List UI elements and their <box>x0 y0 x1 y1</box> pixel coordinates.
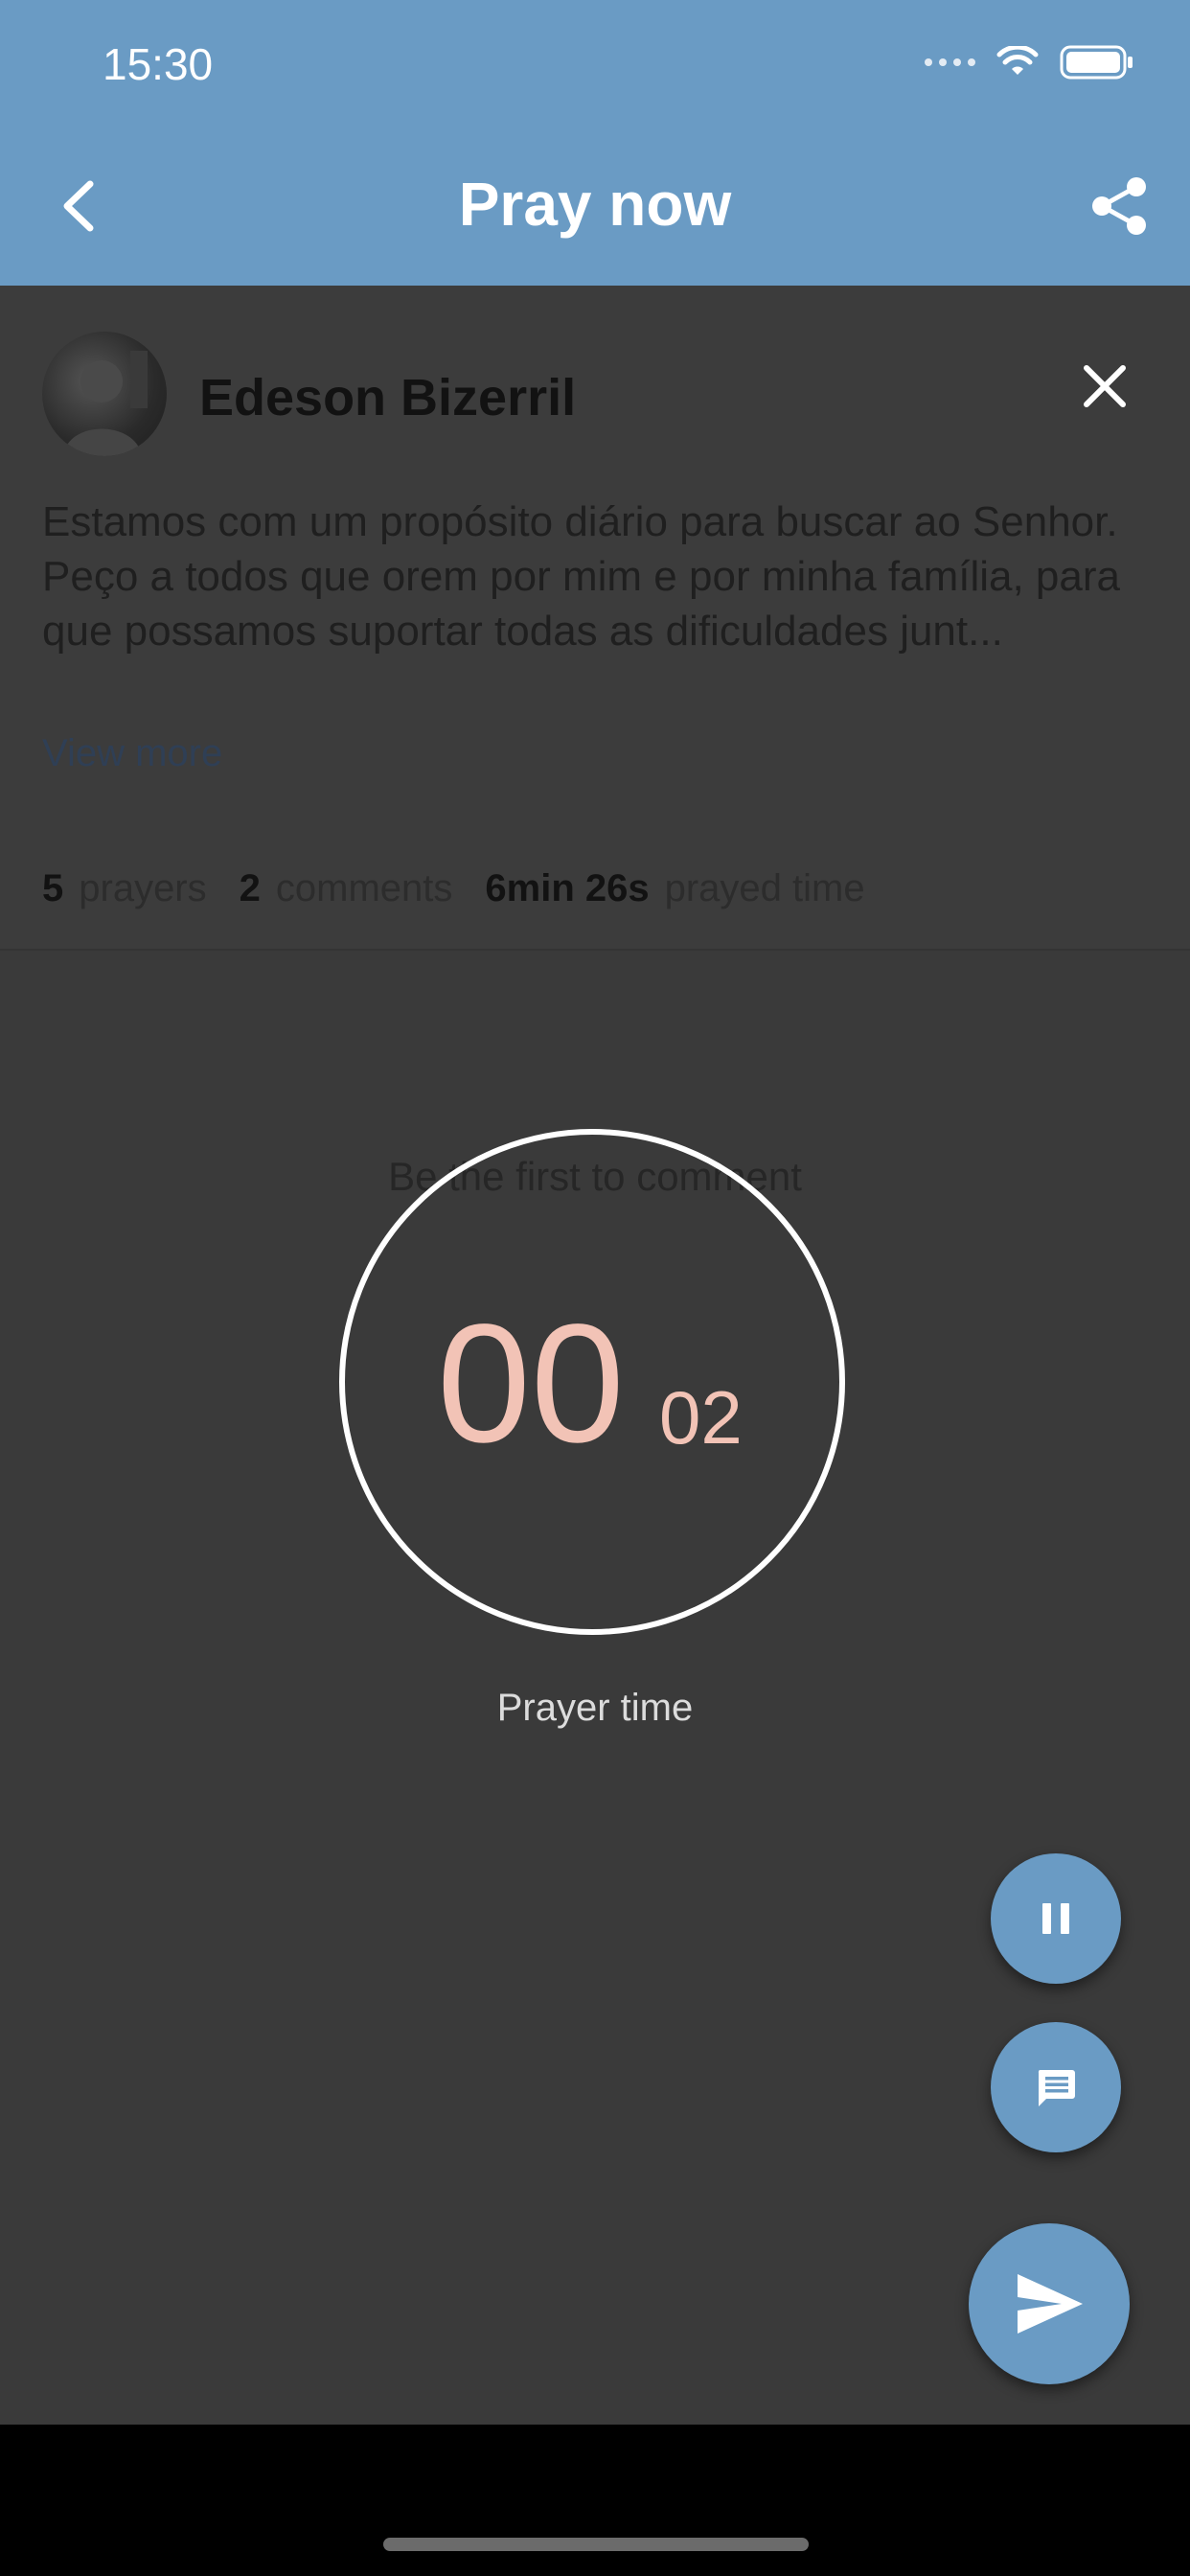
battery-icon <box>1060 45 1133 80</box>
comment-icon <box>1038 2070 1075 2106</box>
view-more-link[interactable]: View more <box>42 732 222 775</box>
author-name[interactable]: Edeson Bizerril <box>199 368 576 427</box>
status-time: 15:30 <box>103 39 214 89</box>
comments-label: comments <box>275 867 453 909</box>
app-header: 15:30 Pray now <box>0 0 1190 286</box>
status-icons <box>925 44 1134 80</box>
timer-label: Prayer time <box>496 1687 694 1729</box>
send-button[interactable] <box>969 2223 1130 2384</box>
page-title: Pray now <box>458 170 732 239</box>
close-icon <box>1084 365 1126 407</box>
divider <box>0 949 1190 951</box>
post-text: Estamos com um propósito diário para bus… <box>42 498 1120 655</box>
person-photo-icon <box>63 351 148 456</box>
share-icon <box>1092 177 1146 235</box>
prayers-label: prayers <box>79 867 207 909</box>
comments-count: 2 <box>239 867 261 909</box>
avatar[interactable] <box>42 332 167 456</box>
pause-icon <box>1042 1903 1069 1934</box>
signal-icon <box>925 58 975 66</box>
prayers-count: 5 <box>42 867 64 909</box>
timer-minutes: 00 <box>437 1290 625 1478</box>
prayed-time-label: prayed time <box>664 867 865 909</box>
send-icon <box>1018 2274 1083 2334</box>
wifi-icon <box>996 46 1039 75</box>
bottom-bar <box>0 2425 1190 2576</box>
prayed-time-value: 6min 26s <box>485 867 650 909</box>
pause-button[interactable] <box>991 1853 1121 1984</box>
post-stats: 5 prayers 2 comments 6min 26s prayed tim… <box>42 867 898 910</box>
timer-seconds: 02 <box>659 1375 743 1460</box>
share-button[interactable] <box>1085 172 1152 240</box>
home-indicator[interactable] <box>383 2538 809 2551</box>
comment-button[interactable] <box>991 2022 1121 2152</box>
close-button[interactable] <box>1075 356 1134 416</box>
